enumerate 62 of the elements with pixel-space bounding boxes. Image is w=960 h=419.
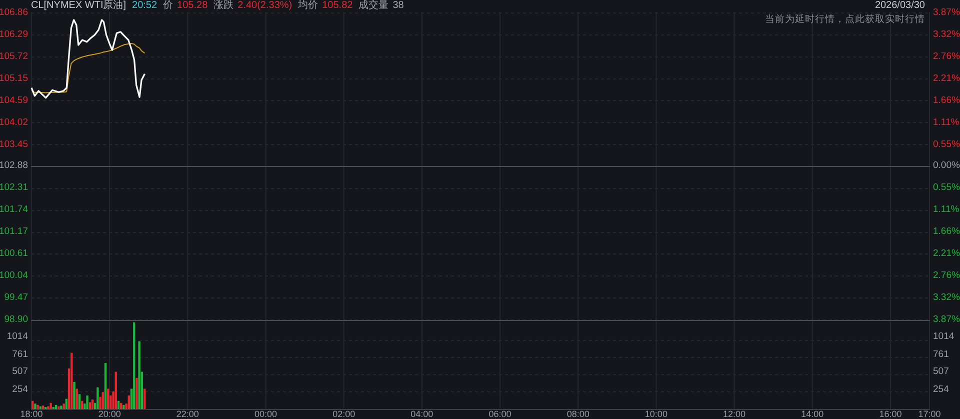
- time-label: 00:00: [254, 409, 278, 419]
- time-label: 02:00: [332, 409, 356, 419]
- axis-label: 2.76%: [933, 50, 960, 63]
- axis-label: 3.32%: [933, 28, 960, 41]
- axis-label: 100.04: [0, 270, 28, 282]
- field-value: 2.40(2.33%): [238, 0, 292, 12]
- field-label: 均价: [298, 0, 318, 12]
- axis-label: 507: [12, 366, 28, 378]
- axis-label: 2.21%: [933, 72, 960, 85]
- axis-label: 761: [933, 348, 949, 361]
- field-label: 价: [163, 0, 174, 12]
- axis-label: 106.86: [0, 7, 28, 19]
- axis-label: 104.59: [0, 94, 28, 107]
- field-value: 105.28: [177, 0, 208, 12]
- date-label: 2026/03/30: [874, 0, 925, 12]
- axis-label: 0.00%: [933, 160, 960, 172]
- field-value: 38: [392, 0, 404, 12]
- delay-notice-link[interactable]: 当前为延时行情，点此获取实时行情: [765, 13, 925, 26]
- axis-label: 3.87%: [933, 314, 960, 326]
- field-value: 105.82: [322, 0, 353, 12]
- axis-label: 1014: [933, 331, 954, 343]
- time-label: 12:00: [723, 409, 746, 419]
- axis-label: 0.55%: [933, 182, 960, 194]
- axis-label: 507: [933, 366, 949, 378]
- axis-label: 761: [12, 348, 28, 361]
- axis-label: 98.90: [4, 314, 28, 326]
- axis-label: 103.45: [0, 138, 28, 151]
- time-label: 17:00: [918, 409, 941, 419]
- axis-label: 105.15: [0, 72, 28, 85]
- quote-time: 20:52: [132, 0, 158, 12]
- time-label: 16:00: [879, 409, 902, 419]
- time-label: 14:00: [801, 409, 824, 419]
- time-label: 08:00: [566, 409, 590, 419]
- instrument-name: CL[NYMEX WTI原油]: [31, 0, 126, 12]
- axis-label: 102.31: [0, 182, 28, 194]
- axis-label: 254: [933, 384, 949, 396]
- axis-label: 3.87%: [933, 7, 960, 19]
- axis-label: 1014: [6, 331, 28, 343]
- time-label: 10:00: [644, 409, 668, 419]
- axis-label: 2.21%: [933, 248, 960, 260]
- axis-label: 102.88: [0, 160, 28, 172]
- axis-label: 99.47: [4, 292, 28, 304]
- axis-label: 104.02: [0, 116, 28, 129]
- axis-label: 3.32%: [933, 292, 960, 304]
- time-label: 20:00: [98, 409, 121, 419]
- axis-label: 105.72: [0, 50, 28, 63]
- time-label: 06:00: [488, 409, 512, 419]
- axis-label: 1.66%: [933, 94, 960, 107]
- axis-label: 254: [12, 384, 28, 396]
- field-label: 涨跌: [214, 0, 234, 12]
- axis-label: 1.11%: [933, 116, 960, 129]
- time-label: 22:00: [176, 409, 199, 419]
- axis-label: 106.29: [0, 28, 28, 41]
- axis-label: 101.74: [0, 204, 28, 216]
- time-label: 18:00: [20, 409, 43, 419]
- axis-label: 100.61: [0, 248, 28, 260]
- axis-label: 0.55%: [933, 138, 960, 151]
- axis-label: 101.17: [0, 226, 28, 238]
- axis-label: 2.76%: [933, 270, 960, 282]
- axis-label: 1.11%: [933, 204, 960, 216]
- axis-label: 1.66%: [933, 226, 960, 238]
- time-label: 04:00: [410, 409, 434, 419]
